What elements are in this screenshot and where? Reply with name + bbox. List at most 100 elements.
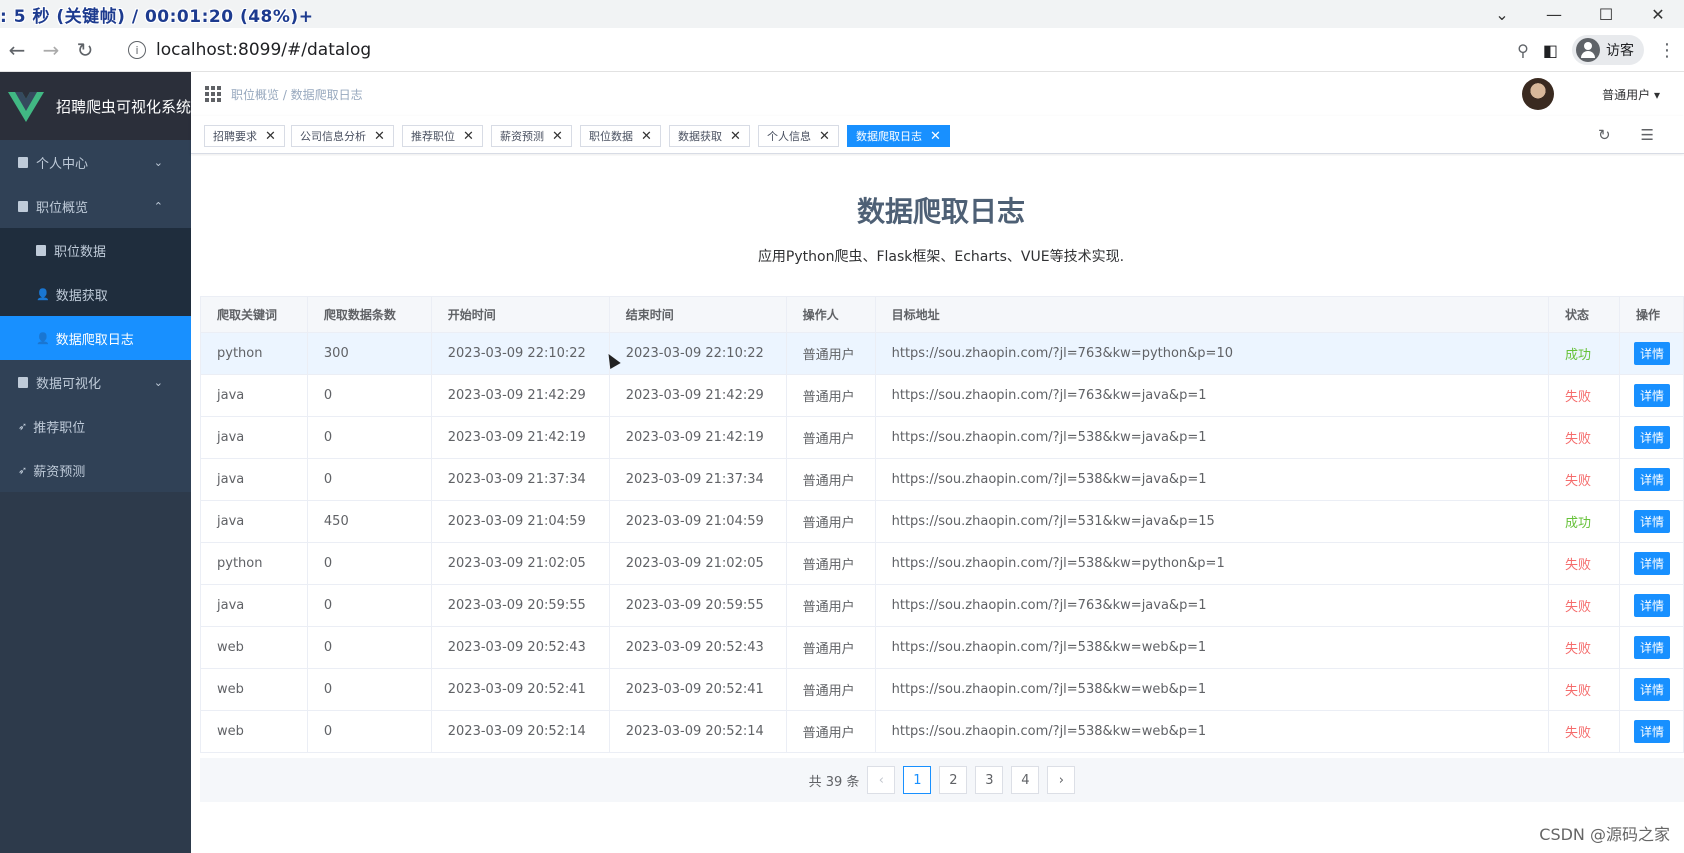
info-icon[interactable]: i xyxy=(128,41,146,59)
next-page-button[interactable]: › xyxy=(1047,766,1076,794)
tag-item[interactable]: 公司信息分析 ✕ xyxy=(291,125,394,147)
sidebar-item-visualization[interactable]: 数据可视化 ⌄ xyxy=(0,360,191,404)
cell-action: 详情 xyxy=(1618,416,1684,459)
close-icon[interactable]: ✕ xyxy=(374,129,385,144)
cell-count: 0 xyxy=(306,416,432,459)
close-icon[interactable]: ✕ xyxy=(552,129,563,144)
hamburger-grid-icon[interactable] xyxy=(205,86,221,102)
browser-title-strip: : 5 秒 (关键帧) / 00:01:20 (48%)+ ⌄ — ☐ ✕ xyxy=(0,0,1684,28)
table-row[interactable]: java 0 2023-03-09 21:42:29 2023-03-09 21:42… xyxy=(200,374,1684,417)
chevron-down-icon[interactable]: ⌄ xyxy=(1476,5,1528,24)
cell-end-time: 2023-03-09 20:52:14 xyxy=(608,710,787,753)
cell-status: 成功 xyxy=(1548,500,1620,543)
detail-button[interactable]: 详情 xyxy=(1633,384,1670,407)
cell-target-url: https://sou.zhaopin.com/?jl=763&kw=java&… xyxy=(874,584,1550,627)
table-row[interactable]: java 450 2023-03-09 21:04:59 2023-03-09 21:… xyxy=(200,500,1684,543)
refresh-icon[interactable]: ↻ xyxy=(1598,126,1611,144)
status-badge: 失败 xyxy=(1565,684,1592,699)
table-header-cell: 爬取关键词 xyxy=(200,296,308,333)
avatar[interactable] xyxy=(1522,78,1554,110)
detail-button[interactable]: 详情 xyxy=(1633,426,1670,449)
cell-operator: 普通用户 xyxy=(785,584,876,627)
tag-item[interactable]: 数据获取 ✕ xyxy=(669,125,750,147)
cell-operator: 普通用户 xyxy=(785,668,876,711)
cell-target-url: https://sou.zhaopin.com/?jl=531&kw=java&… xyxy=(874,500,1550,543)
cell-keyword: java xyxy=(200,584,308,627)
menu-kebab-icon[interactable]: ⋮ xyxy=(1658,40,1676,61)
profile-button[interactable]: 访客 xyxy=(1572,35,1644,65)
sidebar-item-label: 薪资预测 xyxy=(33,464,86,480)
table-header-cell: 操作人 xyxy=(785,296,876,333)
table-row[interactable]: java 0 2023-03-09 21:37:34 2023-03-09 21:37… xyxy=(200,458,1684,501)
detail-button[interactable]: 详情 xyxy=(1633,594,1670,617)
close-icon[interactable]: ✕ xyxy=(1632,5,1684,24)
table-row[interactable]: python 0 2023-03-09 21:02:05 2023-03-09 21:… xyxy=(200,542,1684,585)
sidebar-item-personal-center[interactable]: 个人中心 ⌄ xyxy=(0,140,191,184)
detail-button[interactable]: 详情 xyxy=(1633,636,1670,659)
cell-end-time: 2023-03-09 21:42:29 xyxy=(608,374,787,417)
zoom-icon[interactable]: ⚲ xyxy=(1517,41,1529,60)
table-row[interactable]: python 300 2023-03-09 22:10:22 2023-03-09 2… xyxy=(200,332,1684,375)
page-button[interactable]: 1 xyxy=(903,766,932,794)
user-dropdown[interactable]: 普通用户 ▾ xyxy=(1602,86,1660,103)
sidebar-item-data-fetch[interactable]: 👤 数据获取 xyxy=(0,272,191,316)
table-row[interactable]: web 0 2023-03-09 20:52:43 2023-03-09 20:52:… xyxy=(200,626,1684,669)
tag-item[interactable]: 个人信息 ✕ xyxy=(758,125,839,147)
table-row[interactable]: web 0 2023-03-09 20:52:14 2023-03-09 20:52:… xyxy=(200,710,1684,753)
close-icon[interactable]: ✕ xyxy=(641,129,652,144)
tag-item-active[interactable]: 数据爬取日志 ✕ xyxy=(847,125,950,147)
cell-end-time: 2023-03-09 21:42:19 xyxy=(608,416,787,459)
sidebar-menu: 个人中心 ⌄ 职位概览 ⌃ 职位数据 👤 数据获取 👤 数据爬取日志 数据可视化… xyxy=(0,140,191,492)
close-icon[interactable]: ✕ xyxy=(730,129,741,144)
sidebar-item-label: 职位数据 xyxy=(54,244,107,260)
window-controls: ⌄ — ☐ ✕ xyxy=(1476,0,1684,28)
detail-button[interactable]: 详情 xyxy=(1633,510,1670,533)
table-row[interactable]: java 0 2023-03-09 21:42:19 2023-03-09 21:42… xyxy=(200,416,1684,459)
page-button[interactable]: 4 xyxy=(1011,766,1040,794)
address-bar-actions: ⚲ ◧ 访客 ⋮ xyxy=(1517,28,1684,72)
close-icon[interactable]: ✕ xyxy=(930,129,941,144)
sidebar-item-recommend[interactable]: ➶ 推荐职位 xyxy=(0,404,191,448)
detail-button[interactable]: 详情 xyxy=(1633,720,1670,743)
sidebar-logo[interactable]: 招聘爬虫可视化系统 xyxy=(0,72,191,140)
prev-page-button[interactable]: ‹ xyxy=(867,766,896,794)
maximize-icon[interactable]: ☐ xyxy=(1580,5,1632,24)
tag-item[interactable]: 职位数据 ✕ xyxy=(580,125,661,147)
detail-button[interactable]: 详情 xyxy=(1633,342,1670,365)
detail-button[interactable]: 详情 xyxy=(1633,468,1670,491)
sidebar-item-crawl-log[interactable]: 👤 数据爬取日志 xyxy=(0,316,191,360)
forward-icon[interactable]: → xyxy=(34,38,68,62)
back-icon[interactable]: ← xyxy=(0,38,34,62)
sidebar-item-job-overview[interactable]: 职位概览 ⌃ xyxy=(0,184,191,228)
sidebar-item-job-data[interactable]: 职位数据 xyxy=(0,228,191,272)
detail-button[interactable]: 详情 xyxy=(1633,552,1670,575)
cell-start-time: 2023-03-09 20:52:14 xyxy=(430,710,610,753)
table-row[interactable]: web 0 2023-03-09 20:52:41 2023-03-09 20:52:… xyxy=(200,668,1684,711)
cell-keyword: java xyxy=(200,416,308,459)
url-input[interactable]: i localhost:8099/#/datalog xyxy=(116,34,1506,66)
sidebar-item-salary-predict[interactable]: ➶ 薪资预测 xyxy=(0,448,191,492)
close-icon[interactable]: ✕ xyxy=(819,129,830,144)
close-icon[interactable]: ✕ xyxy=(463,129,474,144)
detail-button[interactable]: 详情 xyxy=(1633,678,1670,701)
status-badge: 失败 xyxy=(1565,558,1592,573)
page-button[interactable]: 2 xyxy=(939,766,968,794)
cell-status: 失败 xyxy=(1548,374,1620,417)
side-panel-icon[interactable]: ◧ xyxy=(1543,41,1558,60)
user-name: 普通用户 xyxy=(1602,88,1651,102)
cell-keyword: web xyxy=(200,668,308,711)
table-row[interactable]: java 0 2023-03-09 20:59:55 2023-03-09 20:59… xyxy=(200,584,1684,627)
cell-operator: 普通用户 xyxy=(785,500,876,543)
tag-label: 推荐职位 xyxy=(411,130,455,143)
tag-label: 个人信息 xyxy=(767,130,811,143)
tag-item[interactable]: 薪资预测 ✕ xyxy=(491,125,572,147)
tag-item[interactable]: 招聘要求 ✕ xyxy=(204,125,285,147)
reload-icon[interactable]: ↻ xyxy=(68,38,102,62)
settings-sliders-icon[interactable]: ☰ xyxy=(1641,126,1654,144)
close-icon[interactable]: ✕ xyxy=(265,129,276,144)
table-header-cell: 爬取数据条数 xyxy=(306,296,432,333)
tag-item[interactable]: 推荐职位 ✕ xyxy=(402,125,483,147)
minimize-icon[interactable]: — xyxy=(1528,5,1580,24)
cell-end-time: 2023-03-09 21:37:34 xyxy=(608,458,787,501)
page-button[interactable]: 3 xyxy=(975,766,1004,794)
